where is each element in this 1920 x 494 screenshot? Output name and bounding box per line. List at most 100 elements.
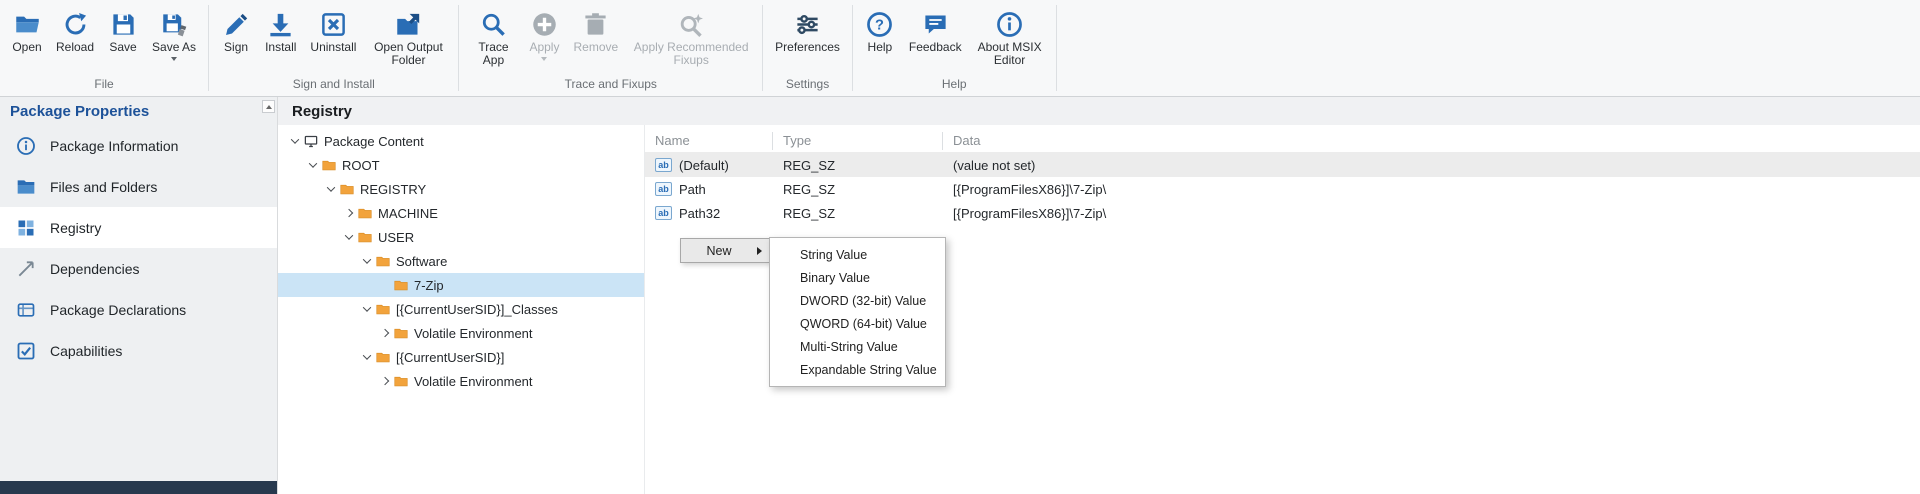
tree-item-currentusersid-classes[interactable]: [{CurrentUserSID}]_Classes [278, 297, 644, 321]
about-msix-editor-button-label: About MSIX Editor [976, 41, 1044, 67]
tree-item-machine[interactable]: MACHINE [278, 201, 644, 225]
save-button-label: Save [109, 41, 136, 54]
chevron-down-icon[interactable] [358, 258, 375, 264]
declarations-icon [16, 300, 36, 320]
new-value-submenu: String Value Binary Value DWORD (32-bit)… [769, 237, 946, 387]
sidebar-item-dependencies[interactable]: Dependencies [0, 248, 277, 289]
cell-name: ab Path32 [645, 206, 773, 221]
preferences-button[interactable]: Preferences [768, 4, 847, 57]
chevron-right-icon[interactable] [376, 330, 393, 336]
feedback-button-label: Feedback [909, 41, 962, 54]
tree-item-label: 7-Zip [414, 278, 444, 293]
ribbon-group-settings: Preferences Settings [763, 0, 852, 96]
cell-type: REG_SZ [773, 182, 943, 197]
chevron-down-icon[interactable] [358, 306, 375, 312]
sidebar-item-registry[interactable]: Registry [0, 207, 277, 248]
help-button[interactable]: ? Help [858, 4, 902, 57]
save-as-button-label: Save As [152, 41, 196, 54]
table-row-path32[interactable]: ab Path32 REG_SZ [{ProgramFilesX86}]\7-Z… [645, 201, 1920, 225]
tree-item-currentusersid[interactable]: [{CurrentUserSID}] [278, 345, 644, 369]
tree-item-volatile-environment-1[interactable]: Volatile Environment [278, 321, 644, 345]
tree-item-7zip-selected[interactable]: 7-Zip [278, 273, 644, 297]
save-as-dropdown-icon[interactable] [171, 57, 177, 61]
remove-button[interactable]: Remove [566, 4, 625, 57]
sidebar-item-capabilities[interactable]: Capabilities [0, 330, 277, 371]
column-header-type[interactable]: Type [773, 132, 943, 150]
reload-button[interactable]: Reload [49, 4, 101, 57]
svg-text:?: ? [875, 17, 884, 33]
sign-pen-icon [223, 7, 250, 41]
open-button[interactable]: Open [5, 4, 49, 57]
folder-icon [393, 278, 414, 293]
apply-dropdown-icon [541, 57, 547, 61]
scroll-up-button[interactable] [262, 100, 275, 113]
tree-item-label: [{CurrentUserSID}]_Classes [396, 302, 558, 317]
menu-item-dword-value[interactable]: DWORD (32-bit) Value [770, 289, 945, 312]
table-row-path[interactable]: ab Path REG_SZ [{ProgramFilesX86}]\7-Zip… [645, 177, 1920, 201]
tree-item-label: MACHINE [378, 206, 438, 221]
chevron-down-icon[interactable] [340, 234, 357, 240]
column-header-data[interactable]: Data [943, 132, 1920, 150]
chevron-right-icon[interactable] [340, 210, 357, 216]
tree-item-label: ROOT [342, 158, 380, 173]
sidebar-item-files-and-folders[interactable]: Files and Folders [0, 166, 277, 207]
registry-tree: Package Content ROOT REGISTRY [278, 125, 644, 494]
string-value-icon: ab [655, 158, 672, 172]
menu-item-string-value[interactable]: String Value [770, 243, 945, 266]
feedback-button[interactable]: Feedback [902, 4, 969, 57]
install-button[interactable]: Install [258, 4, 303, 57]
open-button-label: Open [12, 41, 41, 54]
menu-item-expandable-string-value[interactable]: Expandable String Value [770, 358, 945, 381]
reload-icon [62, 7, 89, 41]
preferences-sliders-icon [794, 7, 821, 41]
sidebar-item-package-declarations[interactable]: Package Declarations [0, 289, 277, 330]
tree-item-package-content[interactable]: Package Content [278, 129, 644, 153]
chevron-down-icon[interactable] [286, 138, 303, 144]
chevron-right-icon[interactable] [376, 378, 393, 384]
column-header-name[interactable]: Name [645, 132, 773, 150]
sidebar-item-label: Capabilities [50, 343, 122, 359]
sidebar-package-properties: Package Properties Package Information F… [0, 97, 278, 494]
cell-data: [{ProgramFilesX86}]\7-Zip\ [943, 182, 1920, 197]
about-msix-editor-button[interactable]: About MSIX Editor [969, 4, 1051, 70]
menu-item-binary-value[interactable]: Binary Value [770, 266, 945, 289]
trace-app-button[interactable]: Trace App [464, 4, 522, 70]
about-info-icon [996, 7, 1023, 41]
computer-icon [303, 134, 324, 149]
sidebar-item-label: Registry [50, 220, 101, 236]
chevron-down-icon[interactable] [304, 162, 321, 168]
menu-item-qword-value[interactable]: QWORD (64-bit) Value [770, 312, 945, 335]
apply-recommended-fixups-button[interactable]: Apply Recommended Fixups [625, 4, 757, 70]
tree-item-software[interactable]: Software [278, 249, 644, 273]
apply-plus-icon [531, 7, 558, 41]
apply-button[interactable]: Apply [522, 4, 566, 64]
table-row-default[interactable]: ab (Default) REG_SZ (value not set) [645, 153, 1920, 177]
ribbon-group-label-sign-install: Sign and Install [209, 75, 458, 96]
save-button[interactable]: Save [101, 4, 145, 57]
tree-item-label: REGISTRY [360, 182, 426, 197]
save-as-button[interactable]: Save As [145, 4, 203, 64]
chevron-down-icon[interactable] [358, 354, 375, 360]
menu-item-multi-string-value[interactable]: Multi-String Value [770, 335, 945, 358]
cell-name: ab (Default) [645, 158, 773, 173]
page-title: Registry [278, 97, 1920, 125]
folder-icon [339, 182, 360, 197]
msix-editor-window: Open Reload Save [0, 0, 1920, 494]
recommended-fixups-icon [678, 7, 705, 41]
tree-item-registry[interactable]: REGISTRY [278, 177, 644, 201]
open-output-folder-button[interactable]: Open Output Folder [363, 4, 453, 70]
folder-icon [393, 326, 414, 341]
folder-icon [357, 230, 378, 245]
sign-button[interactable]: Sign [214, 4, 258, 57]
main-area: Package Properties Package Information F… [0, 97, 1920, 494]
registry-page: Registry Package Content ROOT [278, 97, 1920, 494]
chevron-down-icon[interactable] [322, 186, 339, 192]
value-name: (Default) [679, 158, 729, 173]
tree-item-root[interactable]: ROOT [278, 153, 644, 177]
tree-item-user[interactable]: USER [278, 225, 644, 249]
context-menu-new-item[interactable]: New [680, 238, 770, 263]
remove-trash-icon [582, 7, 609, 41]
sidebar-item-package-information[interactable]: Package Information [0, 125, 277, 166]
uninstall-button[interactable]: Uninstall [303, 4, 363, 57]
tree-item-volatile-environment-2[interactable]: Volatile Environment [278, 369, 644, 393]
